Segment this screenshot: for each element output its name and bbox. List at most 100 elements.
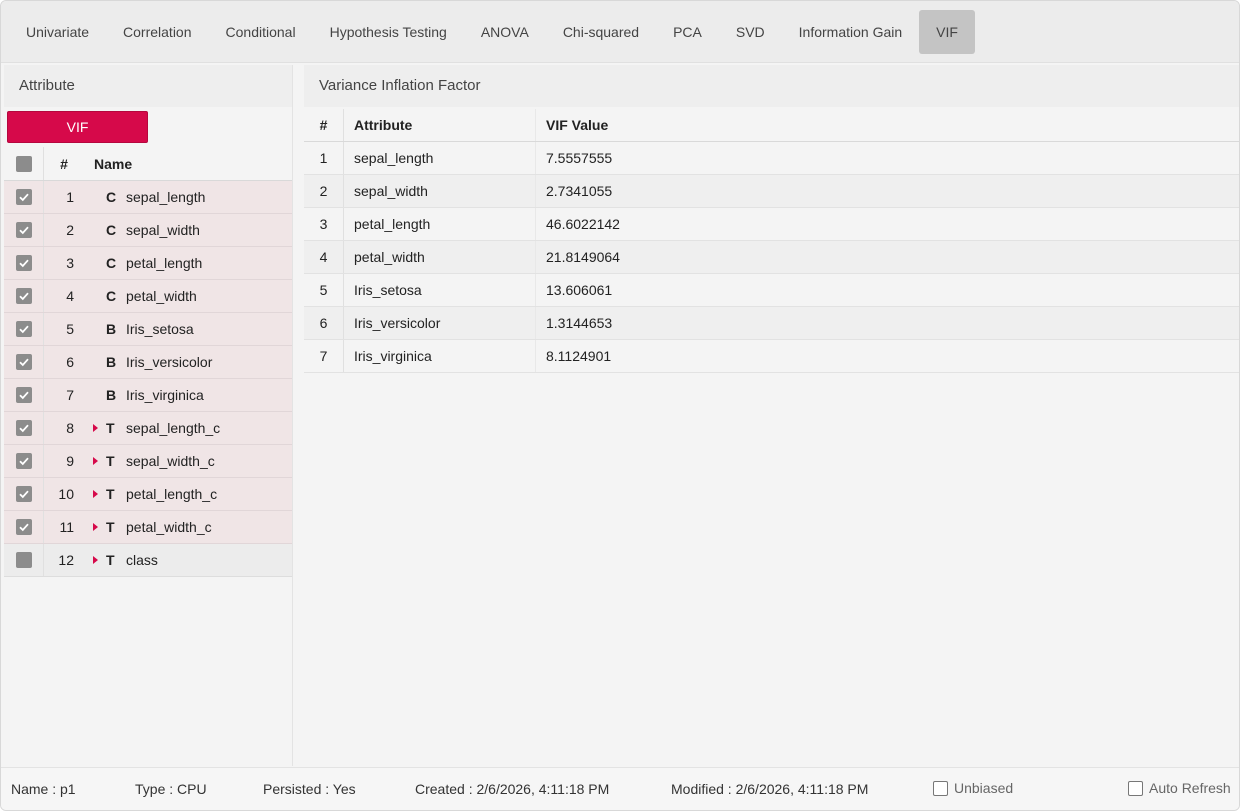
tab-vif[interactable]: VIF [919, 9, 975, 54]
checkmark-icon [18, 391, 29, 400]
tab-pca[interactable]: PCA [656, 10, 719, 54]
row-checkbox[interactable] [15, 453, 32, 469]
unbiased-checkbox[interactable] [933, 780, 948, 796]
expand-arrow-icon[interactable] [92, 424, 98, 432]
attribute-name: Iris_versicolor [126, 354, 213, 370]
vif-rows: 1 sepal_length 7.5557555 2 sepal_width 2.7341… [304, 142, 1239, 373]
attribute-type-badge: T [106, 519, 115, 535]
attribute-name: class [126, 552, 158, 568]
vif-panel-title: Variance Inflation Factor [304, 65, 1239, 107]
attribute-name: sepal_length [126, 189, 206, 205]
vif-value: 1.3144653 [546, 315, 613, 331]
expand-arrow-icon[interactable] [92, 457, 98, 465]
checkmark-icon [18, 325, 29, 334]
row-checkbox[interactable] [15, 255, 32, 271]
expand-arrow-icon[interactable] [92, 556, 98, 564]
tab-anova[interactable]: ANOVA [464, 10, 546, 54]
auto-refresh-checkbox[interactable] [1128, 780, 1143, 796]
tab-svd[interactable]: SVD [719, 10, 782, 54]
vif-attribute: sepal_width [344, 175, 536, 207]
vif-value: 21.8149064 [546, 249, 620, 265]
row-checkbox[interactable] [15, 486, 32, 502]
vif-attribute: petal_length [344, 208, 536, 240]
footer-type: Type : CPU [135, 781, 207, 797]
row-checkbox[interactable] [15, 519, 32, 535]
vif-row[interactable]: 3 petal_length 46.6022142 [304, 208, 1239, 241]
row-number: 1 [66, 189, 74, 205]
row-number: 2 [304, 175, 344, 207]
attribute-row[interactable]: 12 Tclass [4, 544, 292, 577]
checkmark-icon [18, 424, 29, 433]
attribute-row[interactable]: 5 B Iris_setosa [4, 313, 292, 346]
attribute-type-badge: C [106, 288, 117, 304]
attribute-name: petal_width_c [126, 519, 212, 535]
checkmark-icon [18, 292, 29, 301]
attribute-type-badge: B [106, 354, 117, 370]
vif-value: 13.606061 [546, 282, 613, 298]
attribute-panel: Attribute VIF # Name 1 Csepal_length 2 Csep… [4, 65, 293, 766]
footer-created: Created : 2/6/2026, 4:11:18 PM [415, 781, 610, 797]
vif-attribute: Iris_setosa [344, 274, 536, 306]
vif-row[interactable]: 5 Iris_setosa 13.606061 [304, 274, 1239, 307]
checkmark-icon [18, 523, 29, 532]
row-checkbox[interactable] [15, 387, 32, 403]
attribute-type-badge: T [106, 453, 115, 469]
tab-conditional[interactable]: Conditional [209, 10, 313, 54]
checkmark-icon [18, 358, 29, 367]
attribute-row[interactable]: 1 Csepal_length [4, 181, 292, 214]
row-checkbox[interactable] [15, 354, 32, 370]
vif-row[interactable]: 7 Iris_virginica 8.1124901 [304, 340, 1239, 373]
row-checkbox[interactable] [15, 420, 32, 436]
attribute-type-badge: T [106, 486, 115, 502]
select-all-checkbox[interactable] [15, 155, 32, 172]
attribute-panel-title: Attribute [4, 65, 292, 107]
row-checkbox[interactable] [15, 222, 32, 238]
tab-univariate[interactable]: Univariate [9, 10, 106, 54]
attribute-header[interactable]: Attribute [344, 109, 536, 141]
attribute-type-badge: C [106, 189, 117, 205]
tab-chi-squared[interactable]: Chi-squared [546, 10, 656, 54]
attribute-row[interactable]: 4 Cpetal_width [4, 280, 292, 313]
attribute-type-badge: T [106, 552, 115, 568]
row-checkbox[interactable] [15, 552, 32, 568]
attribute-row[interactable]: 9 Tsepal_width_c [4, 445, 292, 478]
attribute-name: sepal_width_c [126, 453, 215, 469]
vif-button[interactable]: VIF [7, 111, 148, 143]
unbiased-toggle[interactable]: Unbiased [933, 780, 1013, 796]
expand-arrow-icon[interactable] [92, 523, 98, 531]
name-header[interactable]: Name [84, 156, 132, 172]
vif-row[interactable]: 4 petal_width 21.8149064 [304, 241, 1239, 274]
attribute-row[interactable]: 8 Tsepal_length_c [4, 412, 292, 445]
attribute-row[interactable]: 3 Cpetal_length [4, 247, 292, 280]
row-number: 12 [58, 552, 74, 568]
row-checkbox[interactable] [15, 189, 32, 205]
row-number: 3 [304, 208, 344, 240]
expand-arrow-icon[interactable] [92, 490, 98, 498]
footer-modified: Modified : 2/6/2026, 4:11:18 PM [671, 781, 869, 797]
tab-correlation[interactable]: Correlation [106, 10, 208, 54]
attribute-row[interactable]: 11 Tpetal_width_c [4, 511, 292, 544]
row-number: 3 [66, 255, 74, 271]
row-checkbox[interactable] [15, 321, 32, 337]
vif-row[interactable]: 6 Iris_versicolor 1.3144653 [304, 307, 1239, 340]
row-number: 7 [304, 340, 344, 372]
vif-row[interactable]: 2 sepal_width 2.7341055 [304, 175, 1239, 208]
vif-attribute: Iris_virginica [344, 340, 536, 372]
attribute-row[interactable]: 7 B Iris_virginica [4, 379, 292, 412]
row-checkbox[interactable] [15, 288, 32, 304]
attribute-name: petal_length [126, 255, 203, 271]
tab-information-gain[interactable]: Information Gain [782, 10, 920, 54]
attribute-row[interactable]: 2 Csepal_width [4, 214, 292, 247]
vif-row[interactable]: 1 sepal_length 7.5557555 [304, 142, 1239, 175]
vif-attribute: Iris_versicolor [344, 307, 536, 339]
vif-value: 8.1124901 [546, 348, 612, 364]
auto-refresh-toggle[interactable]: Auto Refresh [1128, 780, 1231, 796]
vif-value-header[interactable]: VIF Value [536, 117, 608, 133]
tab-hypothesis-testing[interactable]: Hypothesis Testing [313, 10, 464, 54]
status-footer: Name : p1 Type : CPU Persisted : Yes Cre… [1, 767, 1239, 810]
attribute-row[interactable]: 10 Tpetal_length_c [4, 478, 292, 511]
vif-table: # Attribute VIF Value 1 sepal_length 7.555… [304, 109, 1239, 373]
row-number: 5 [66, 321, 74, 337]
attribute-name: sepal_width [126, 222, 200, 238]
attribute-row[interactable]: 6 B Iris_versicolor [4, 346, 292, 379]
